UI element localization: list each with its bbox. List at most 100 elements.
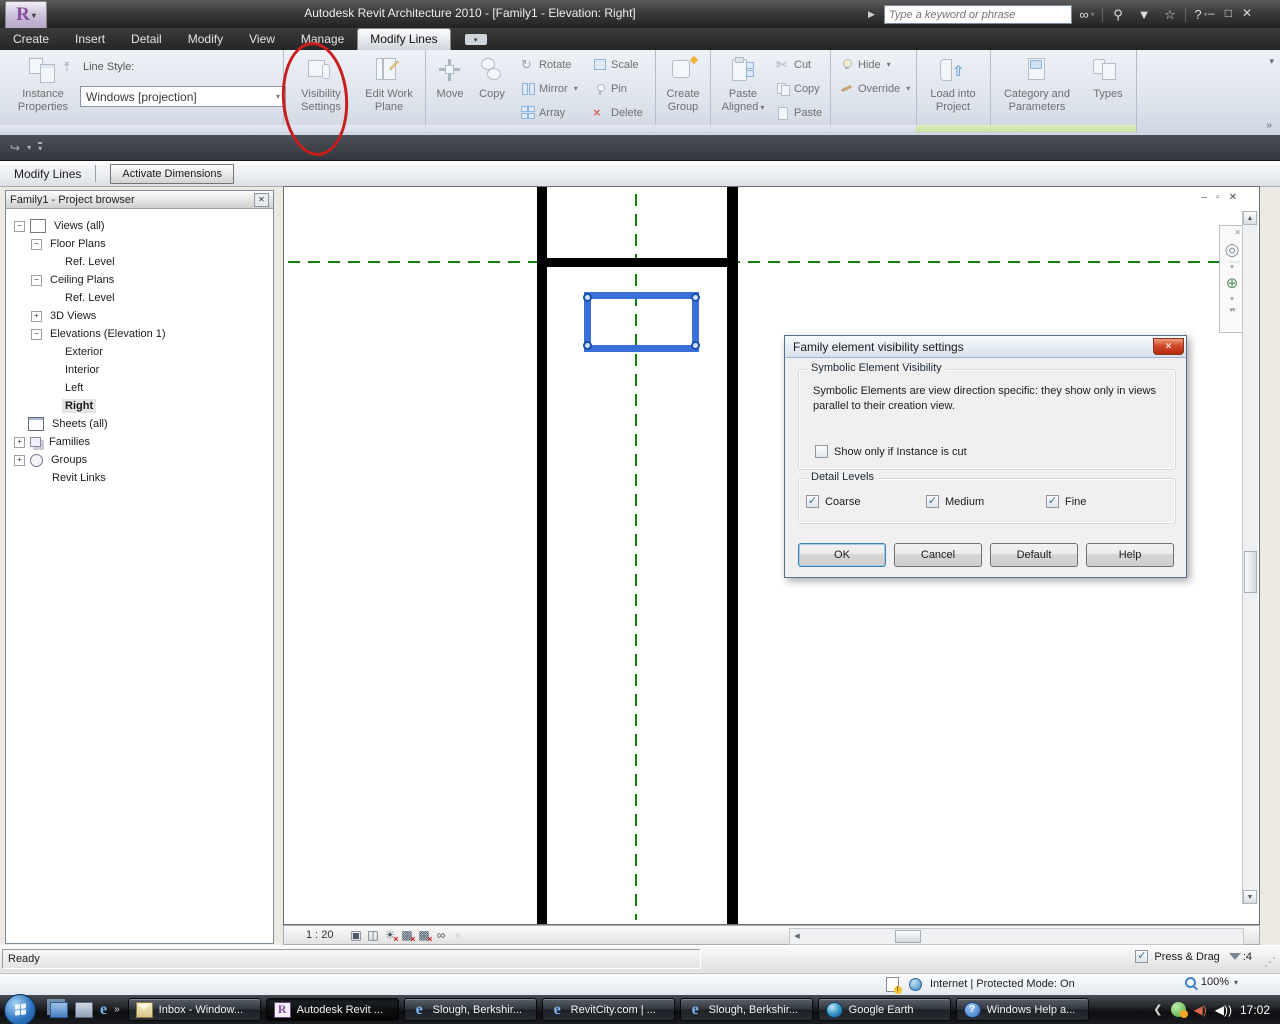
- selection-handle[interactable]: [583, 341, 592, 350]
- horizontal-scrollbar-thumb[interactable]: [895, 930, 921, 943]
- ok-button[interactable]: OK: [798, 543, 886, 567]
- tree-item-ref-level[interactable]: Ref. Level: [6, 289, 273, 307]
- view-scale-button[interactable]: 1 : 20: [306, 929, 334, 941]
- checkbox-checked[interactable]: ✓: [1046, 495, 1059, 508]
- dialog-title-bar[interactable]: Family element visibility settings ✕: [785, 336, 1186, 358]
- edit-work-plane-button[interactable]: Edit Work Plane: [359, 56, 419, 114]
- scale-button[interactable]: Scale: [593, 58, 639, 71]
- view-minimize-button[interactable]: ‒: [1202, 192, 1208, 203]
- fine-checkbox[interactable]: ✓ Fine: [1046, 495, 1166, 508]
- model-line-left[interactable]: [537, 187, 547, 924]
- taskbar-button-windows-help-a[interactable]: ? Windows Help a...: [955, 998, 1089, 1021]
- search-input[interactable]: [884, 5, 1072, 24]
- tray-expand-icon[interactable]: ❮: [1153, 1003, 1162, 1016]
- tab-modify-lines[interactable]: Modify Lines: [357, 28, 451, 50]
- scroll-up-icon[interactable]: ▲: [1243, 211, 1257, 225]
- model-graphics-style-icon[interactable]: ◫: [365, 928, 382, 942]
- tree-item-3d-views[interactable]: +3D Views: [6, 307, 273, 325]
- start-button[interactable]: [4, 993, 36, 1024]
- checkbox-unchecked[interactable]: [815, 445, 828, 458]
- tab-detail[interactable]: Detail: [118, 29, 175, 50]
- tree-item-right[interactable]: Right: [6, 397, 273, 415]
- cancel-button[interactable]: Cancel: [894, 543, 982, 567]
- navbar-expand-icon[interactable]: ▾▾: [1229, 306, 1235, 314]
- model-line-right[interactable]: [727, 187, 738, 924]
- tree-item-sheets-all[interactable]: Sheets (all): [6, 415, 273, 433]
- reference-plane-horizontal[interactable]: [288, 261, 1246, 263]
- tab-view[interactable]: View: [236, 29, 288, 50]
- tree-item-ref-level[interactable]: Ref. Level: [6, 253, 273, 271]
- minimize-button[interactable]: ‒: [1208, 6, 1215, 20]
- create-group-button[interactable]: Create Group: [660, 55, 706, 114]
- maximize-button[interactable]: □: [1225, 6, 1232, 20]
- application-menu-button[interactable]: R ▾: [5, 1, 47, 29]
- default-button[interactable]: Default: [990, 543, 1078, 567]
- tab-insert[interactable]: Insert: [62, 29, 118, 50]
- vertical-scrollbar[interactable]: ▲ ▼: [1242, 211, 1258, 904]
- reveal-hidden-elements-icon[interactable]: ◦: [450, 928, 467, 942]
- copy-button[interactable]: Copy: [473, 56, 511, 101]
- medium-checkbox[interactable]: ✓ Medium: [926, 495, 1046, 508]
- cut-button[interactable]: ✄ Cut: [776, 58, 811, 71]
- view-restore-button[interactable]: ▫: [1216, 192, 1220, 203]
- line-style-dropdown[interactable]: Windows [projection] ▾: [80, 86, 286, 107]
- scroll-down-icon[interactable]: ▼: [1243, 890, 1257, 904]
- taskbar-button-slough-berkshir[interactable]: e Slough, Berkshir...: [403, 998, 537, 1021]
- array-button[interactable]: Array: [521, 106, 565, 119]
- tree-item-groups[interactable]: + Groups: [6, 451, 273, 469]
- taskbar-button-slough-berkshir[interactable]: e Slough, Berkshir...: [679, 998, 813, 1021]
- tray-app-icon[interactable]: [1170, 1002, 1188, 1018]
- vertical-scrollbar-thumb[interactable]: [1244, 551, 1257, 593]
- close-icon[interactable]: ✕: [1153, 338, 1184, 355]
- tree-item-ceiling-plans[interactable]: − Ceiling Plans: [6, 271, 273, 289]
- activate-dimensions-button[interactable]: Activate Dimensions: [110, 163, 235, 184]
- search-icon[interactable]: ∞ ▾: [1076, 6, 1098, 24]
- collapse-minus-icon[interactable]: −: [31, 238, 42, 250]
- expand-plus-icon[interactable]: +: [31, 310, 42, 322]
- tree-item-revit-links[interactable]: Revit Links: [6, 469, 273, 487]
- selection-handle[interactable]: [691, 341, 700, 350]
- tab-modify[interactable]: Modify: [175, 29, 236, 50]
- paste-button[interactable]: Paste: [776, 106, 822, 120]
- load-into-project-button[interactable]: ⇧ Load into Project: [923, 56, 983, 114]
- tree-item-floor-plans[interactable]: − Floor Plans: [6, 235, 273, 253]
- page-warning-icon[interactable]: [884, 976, 902, 994]
- tree-item-left[interactable]: Left: [6, 379, 273, 397]
- coarse-checkbox[interactable]: ✓ Coarse: [806, 495, 926, 508]
- collapse-minus-icon[interactable]: −: [14, 220, 25, 232]
- speaker-icon[interactable]: ◀)): [1215, 1004, 1232, 1016]
- taskbar-button-google-earth[interactable]: Google Earth: [817, 998, 951, 1021]
- project-browser-header[interactable]: Family1 - Project browser ✕: [6, 191, 273, 209]
- view-close-button[interactable]: ✕: [1229, 192, 1237, 203]
- checkbox-checked[interactable]: ✓: [926, 495, 939, 508]
- toolbar-options-icon[interactable]: ▾: [38, 142, 43, 153]
- model-line-head[interactable]: [537, 258, 738, 267]
- quick-launch-overflow-icon[interactable]: »: [114, 1004, 120, 1015]
- rotate-button[interactable]: ↻ Rotate: [521, 58, 571, 71]
- checkbox-checked[interactable]: ✓: [806, 495, 819, 508]
- tree-item-views-all[interactable]: − Views (all): [6, 217, 273, 235]
- selected-window-symbol[interactable]: [584, 292, 699, 352]
- chevron-down-icon[interactable]: ▾: [1269, 56, 1274, 67]
- tree-item-families[interactable]: + Families: [6, 433, 273, 451]
- move-button[interactable]: Move: [431, 56, 469, 101]
- delete-button[interactable]: × Delete: [593, 106, 643, 119]
- scroll-left-icon[interactable]: ◀: [790, 929, 804, 942]
- selection-handle[interactable]: [691, 293, 700, 302]
- crop-region-visibility-icon[interactable]: ▩ ×: [416, 928, 432, 944]
- internet-explorer-icon[interactable]: e: [100, 1001, 107, 1017]
- category-and-parameters-button[interactable]: Category and Parameters: [994, 56, 1080, 114]
- chevron-down-icon[interactable]: ▾: [1230, 295, 1234, 303]
- help-button[interactable]: Help: [1086, 543, 1174, 567]
- override-button[interactable]: Override ▾: [840, 82, 910, 95]
- paste-aligned-button[interactable]: Paste Aligned ▾: [718, 56, 768, 114]
- tab-create[interactable]: Create: [0, 29, 62, 50]
- chevron-down-icon[interactable]: ▾: [27, 143, 31, 152]
- close-icon[interactable]: ✕: [1234, 228, 1241, 237]
- taskbar-button-autodesk-revit[interactable]: R Autodesk Revit ...: [265, 998, 399, 1021]
- hide-button[interactable]: Hide ▾: [840, 58, 891, 71]
- collapse-minus-icon[interactable]: −: [31, 328, 42, 340]
- zoom-icon[interactable]: ⊕: [1226, 274, 1239, 292]
- infocenter-collapse-icon[interactable]: ▶: [868, 6, 880, 24]
- temporary-hide-isolate-icon[interactable]: ∞: [433, 928, 450, 942]
